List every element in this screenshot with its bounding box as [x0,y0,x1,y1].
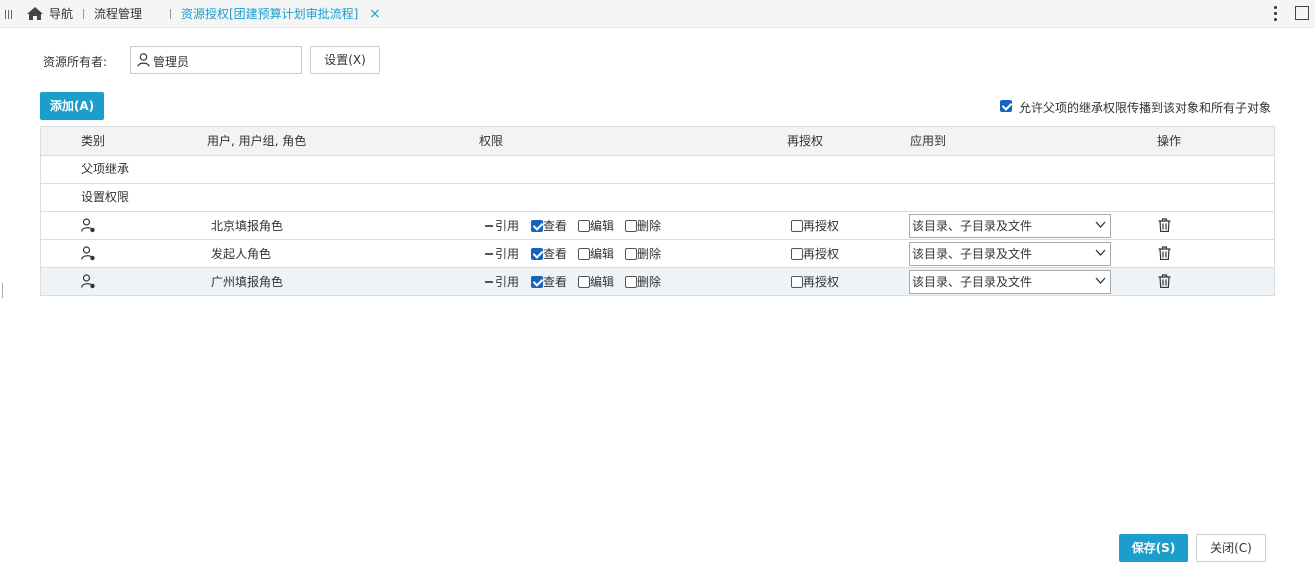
perm-edit[interactable]: 编辑 [578,212,614,240]
tab-nav[interactable]: 导航 [49,0,73,28]
owner-label: 资源所有者: [43,55,108,69]
table-row[interactable]: 广州填报角色 引用 查看 编辑 删除 再授权 该目录、子目录及文件 [41,268,1274,295]
perm-view[interactable]: 查看 [531,212,567,240]
perm-delete[interactable]: 删除 [625,268,661,296]
inherit-checkbox[interactable] [1000,100,1012,112]
permissions-table: 类别 用户, 用户组, 角色 权限 再授权 应用到 操作 父项继承 设置权限 北… [40,126,1275,296]
trash-icon[interactable] [1158,274,1171,288]
user-icon [137,53,150,67]
add-button[interactable]: 添加(A) [40,92,104,120]
perm-view[interactable]: 查看 [531,240,567,268]
home-icon[interactable] [27,7,43,20]
perm-delete[interactable]: 删除 [625,212,661,240]
save-button[interactable]: 保存(S) [1119,534,1188,562]
perm-edit[interactable]: 编辑 [578,268,614,296]
perm-edit[interactable]: 编辑 [578,240,614,268]
tab-close-icon[interactable]: × [369,0,381,28]
role-name: 广州填报角色 [211,275,284,289]
perm-view[interactable]: 查看 [531,268,567,296]
group-row-inherited: 父项继承 [41,156,1274,184]
header-apply-to: 应用到 [910,134,947,148]
more-options-icon[interactable] [1272,5,1278,23]
apply-to-select[interactable]: 该目录、子目录及文件 [909,270,1111,294]
tab-separator [170,9,171,19]
header-users: 用户, 用户组, 角色 [207,134,307,148]
inherit-checkbox-label: 允许父项的继承权限传播到该对象和所有子对象 [1019,101,1272,115]
group-label: 父项继承 [81,162,130,176]
header-actions: 操作 [1157,134,1182,148]
chevron-down-icon [1095,221,1106,228]
perm-regrant[interactable]: 再授权 [791,268,839,296]
table-row[interactable]: 北京填报角色 引用 查看 编辑 删除 再授权 该目录、子目录及文件 [41,212,1274,240]
close-button[interactable]: 关闭(C) [1196,534,1266,562]
perm-regrant[interactable]: 再授权 [791,240,839,268]
chevron-down-icon [1095,277,1106,284]
owner-value: 管理员 [153,55,190,69]
perm-regrant[interactable]: 再授权 [791,212,839,240]
role-icon [81,246,95,261]
group-label: 设置权限 [81,190,130,204]
resize-handle[interactable] [2,283,3,298]
maximize-icon[interactable] [1295,6,1309,20]
role-name: 北京填报角色 [211,219,284,233]
perm-ref[interactable]: 引用 [485,240,519,268]
role-icon [81,218,95,233]
table-row[interactable]: 发起人角色 引用 查看 编辑 删除 再授权 该目录、子目录及文件 [41,240,1274,268]
tab-bar: 导航 流程管理 资源授权[团建预算计划审批流程] × [0,0,1315,28]
header-regrant: 再授权 [787,134,824,148]
tab-resource-authorization[interactable]: 资源授权[团建预算计划审批流程] [181,0,358,28]
owner-field[interactable]: 管理员 [130,46,302,74]
grip-icon[interactable] [5,10,13,19]
tab-flow-management[interactable]: 流程管理 [94,0,142,28]
header-permissions: 权限 [479,134,504,148]
trash-icon[interactable] [1158,218,1171,232]
apply-to-select[interactable]: 该目录、子目录及文件 [909,214,1111,238]
header-category: 类别 [81,134,106,148]
table-header: 类别 用户, 用户组, 角色 权限 再授权 应用到 操作 [41,127,1274,156]
perm-ref[interactable]: 引用 [485,212,519,240]
perm-delete[interactable]: 删除 [625,240,661,268]
role-icon [81,274,95,289]
tab-separator [83,9,84,19]
apply-to-select[interactable]: 该目录、子目录及文件 [909,242,1111,266]
group-row-set-permissions: 设置权限 [41,184,1274,212]
owner-set-button[interactable]: 设置(X) [310,46,380,74]
role-name: 发起人角色 [211,247,272,261]
trash-icon[interactable] [1158,246,1171,260]
chevron-down-icon [1095,249,1106,256]
perm-ref[interactable]: 引用 [485,268,519,296]
